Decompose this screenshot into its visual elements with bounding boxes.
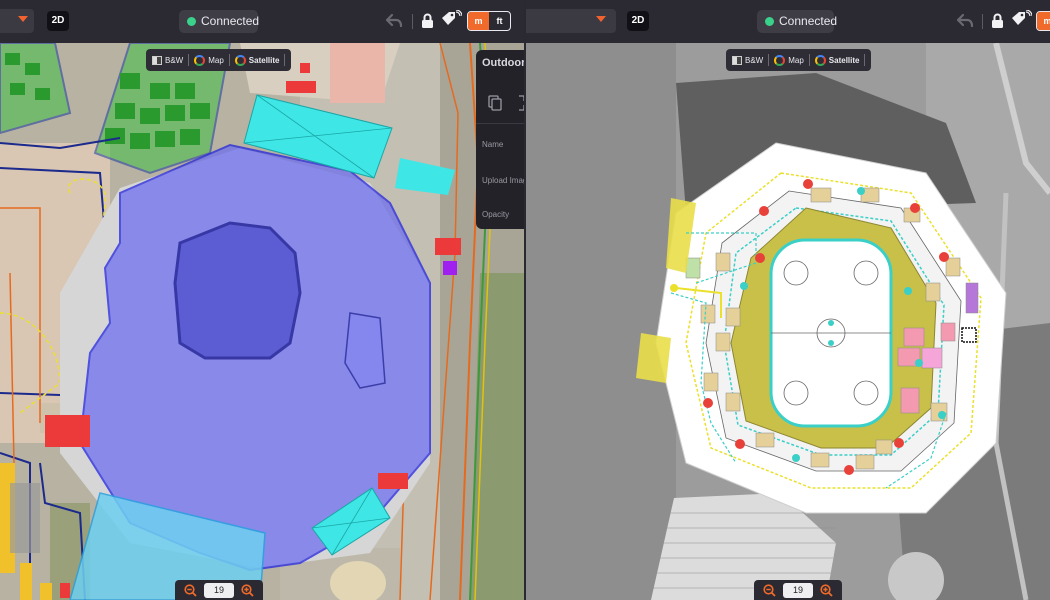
- view-mode-toggle[interactable]: 2D: [47, 11, 69, 31]
- right-map-view: 2D Connected m B&W Map: [526, 0, 1050, 600]
- top-toolbar-left: 2D Connected m ft: [0, 0, 524, 43]
- panel-divider: [476, 123, 524, 124]
- layer-divider: [768, 54, 770, 66]
- tag-wifi-icon[interactable]: [440, 10, 462, 30]
- chevron-down-icon[interactable]: [596, 16, 606, 22]
- layer-satellite-label: Satellite: [828, 55, 860, 65]
- panel-title: Outdoor: [482, 57, 524, 69]
- bw-icon: [152, 55, 162, 65]
- view-mode-toggle[interactable]: 2D: [627, 11, 649, 31]
- toolbar-divider: [982, 14, 983, 29]
- zoom-level-field[interactable]: 19: [783, 582, 813, 598]
- toolbar-divider: [412, 14, 413, 29]
- connection-status-label: Connected: [201, 14, 260, 28]
- connection-status-label: Connected: [779, 14, 838, 28]
- floor-select[interactable]: [526, 9, 616, 33]
- satellite-map-right[interactable]: [526, 43, 1050, 600]
- lock-icon[interactable]: [421, 13, 434, 29]
- status-dot-icon: [765, 17, 774, 26]
- layer-satellite-option[interactable]: Satellite: [814, 54, 860, 66]
- zoom-level-field[interactable]: 19: [204, 582, 234, 598]
- unit-toggle: m ft: [467, 11, 511, 31]
- layer-divider: [284, 54, 286, 66]
- undo-icon[interactable]: [956, 13, 974, 29]
- unit-feet-button[interactable]: ft: [489, 12, 510, 30]
- layer-satellite-label: Satellite: [248, 55, 280, 65]
- layer-map-option[interactable]: Map: [774, 54, 804, 66]
- layer-divider: [864, 54, 866, 66]
- google-icon: [774, 54, 786, 66]
- zoom-in-icon[interactable]: [820, 583, 833, 597]
- unit-meters-button[interactable]: m: [1037, 12, 1050, 30]
- name-label: Name: [482, 140, 504, 149]
- zoom-control: 19: [175, 580, 263, 600]
- left-map-view: 2D Connected m ft B&W Map Satellite Outd…: [0, 0, 524, 600]
- zoom-out-icon[interactable]: [184, 583, 197, 597]
- google-icon: [234, 54, 246, 66]
- outdoor-properties-panel: Outdoor Name Upload Imag Opacity: [476, 50, 524, 229]
- opacity-label: Opacity: [482, 210, 510, 219]
- google-icon: [814, 54, 826, 66]
- connection-status: Connected: [179, 10, 260, 33]
- layer-bw-option[interactable]: B&W: [732, 55, 764, 65]
- connection-status: Connected: [757, 10, 838, 33]
- layer-map-label: Map: [788, 55, 804, 65]
- layer-divider: [808, 54, 810, 66]
- floor-select[interactable]: [0, 9, 34, 33]
- layer-bw-label: B&W: [745, 55, 764, 65]
- layer-bw-option[interactable]: B&W: [152, 55, 184, 65]
- chevron-down-icon[interactable]: [18, 16, 28, 22]
- upload-image-label: Upload Imag: [482, 176, 524, 185]
- undo-icon[interactable]: [385, 13, 403, 29]
- zoom-out-icon[interactable]: [763, 583, 776, 597]
- layer-map-label: Map: [208, 55, 224, 65]
- layer-bw-label: B&W: [165, 55, 184, 65]
- map-layer-switcher: B&W Map Satellite: [726, 49, 872, 71]
- zoom-in-icon[interactable]: [241, 583, 254, 597]
- satellite-map-left[interactable]: [0, 43, 524, 600]
- google-icon: [194, 54, 206, 66]
- layer-divider: [228, 54, 230, 66]
- layer-satellite-option[interactable]: Satellite: [234, 54, 280, 66]
- status-dot-icon: [187, 17, 196, 26]
- top-toolbar-right: 2D Connected m: [526, 0, 1050, 43]
- unit-toggle: m: [1036, 11, 1050, 31]
- tag-wifi-icon[interactable]: [1010, 10, 1032, 30]
- map-layer-switcher: B&W Map Satellite: [146, 49, 292, 71]
- unit-meters-button[interactable]: m: [468, 12, 489, 30]
- zoom-control: 19: [754, 580, 842, 600]
- lock-icon[interactable]: [991, 13, 1004, 29]
- layer-map-option[interactable]: Map: [194, 54, 224, 66]
- copy-icon[interactable]: [488, 95, 502, 111]
- bw-icon: [732, 55, 742, 65]
- layer-divider: [188, 54, 190, 66]
